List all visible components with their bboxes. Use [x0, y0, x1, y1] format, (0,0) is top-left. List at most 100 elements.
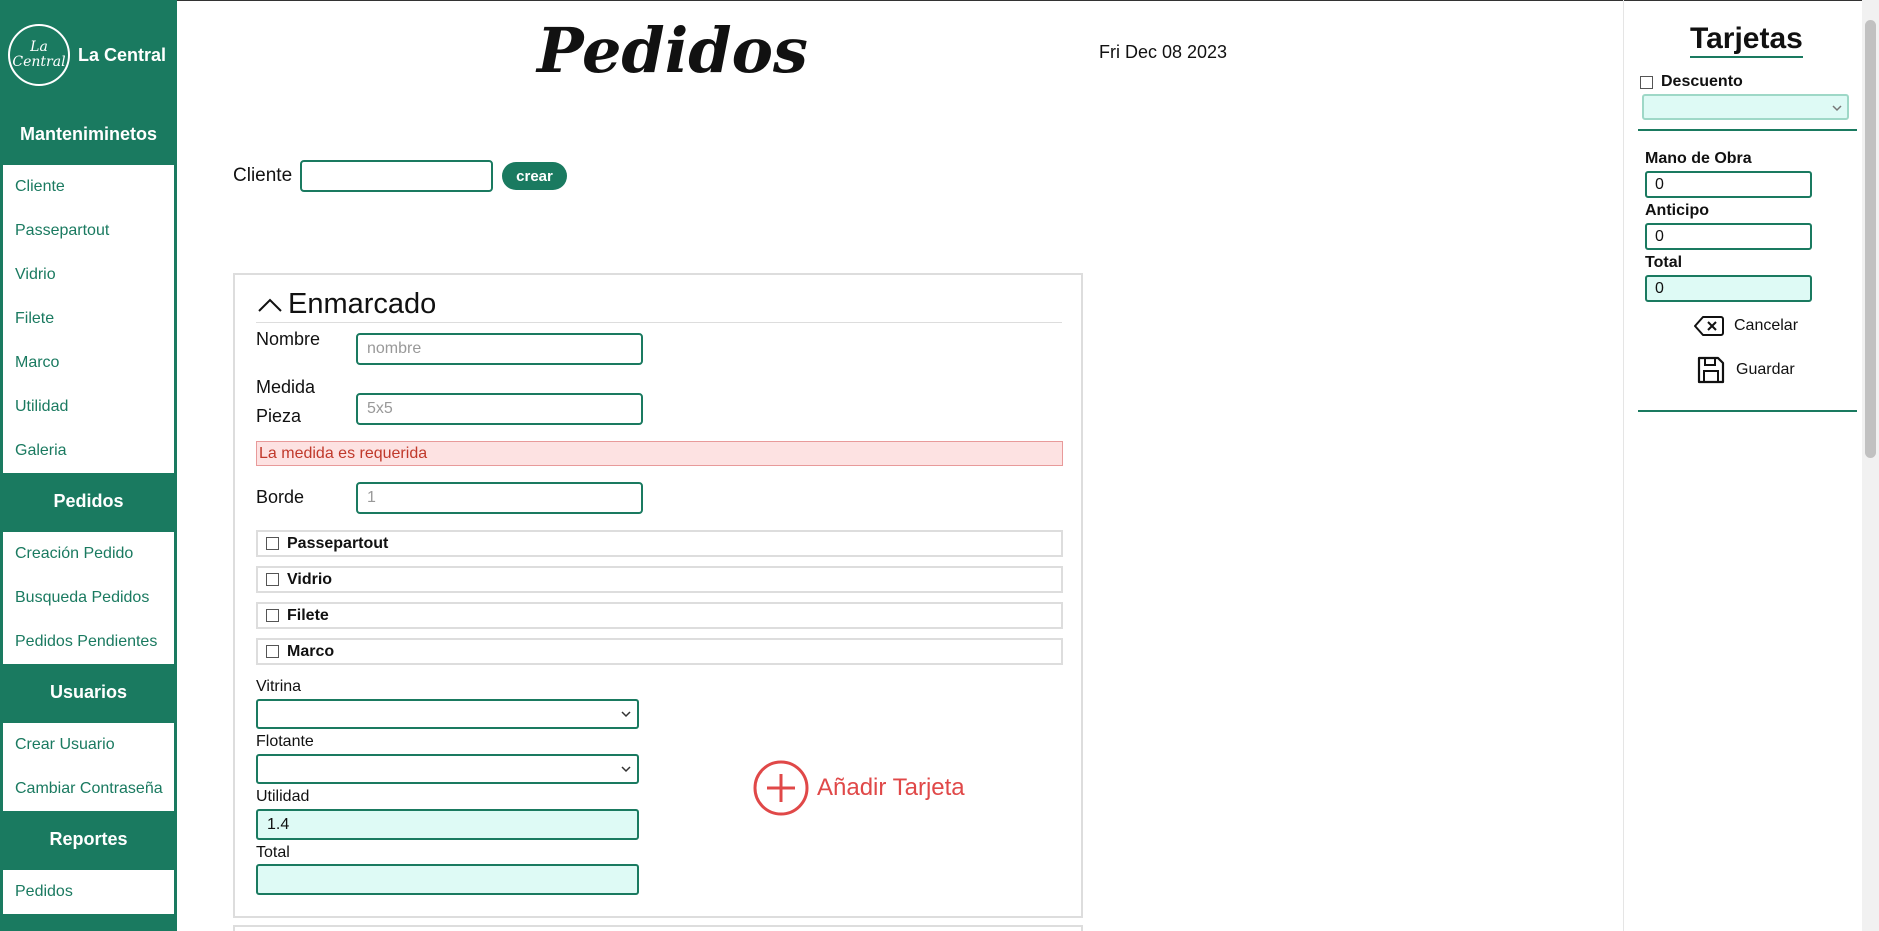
brand[interactable]: La Central La Central	[0, 0, 177, 110]
medida-label: Medida	[256, 377, 316, 397]
anticipo-label: Anticipo	[1645, 202, 1709, 219]
current-date: Fri Dec 08 2023	[1099, 42, 1228, 62]
backspace-icon	[1694, 316, 1724, 336]
sidebar-list: Cliente Passepartout Vidrio Filete Marco…	[3, 162, 174, 473]
medida-input[interactable]: 5x5	[356, 393, 643, 425]
sidebar-item-cliente[interactable]: Cliente	[3, 165, 174, 209]
vitrina-label: Vitrina	[256, 678, 302, 695]
enmarcado-card: Enmarcado Nombre nombre Medida Pieza 5x5…	[233, 273, 1083, 918]
sidebar-list: Crear Usuario Cambiar Contraseña	[3, 720, 174, 811]
sidebar: La Central La Central Manteniminetos Cli…	[0, 0, 177, 931]
panel-divider	[1623, 0, 1624, 931]
add-tarjeta-label: Añadir Tarjeta	[817, 774, 965, 801]
panel-title: Tarjetas	[1690, 22, 1803, 58]
descuento-toggle[interactable]: Descuento	[1640, 73, 1743, 91]
anticipo-input[interactable]: 0	[1645, 223, 1812, 250]
crear-cliente-button[interactable]: crear	[502, 162, 567, 190]
main-content: Pedidos Fri Dec 08 2023 Cliente crear En…	[177, 0, 1627, 931]
sidebar-item-filete[interactable]: Filete	[3, 297, 174, 341]
option-label: Marco	[287, 642, 335, 660]
sidebar-item-busqueda-pedidos[interactable]: Busqueda Pedidos	[3, 576, 174, 620]
guardar-label: Guardar	[1736, 361, 1795, 378]
sidebar-item-galeria[interactable]: Galeria	[3, 429, 174, 473]
medida-error: La medida es requerida	[256, 441, 1063, 466]
option-filete[interactable]: Filete	[256, 602, 1063, 629]
chevron-down-icon	[621, 766, 631, 773]
cliente-label: Cliente	[233, 165, 293, 186]
sidebar-section-pedidos: Pedidos Creación Pedido Busqueda Pedidos…	[0, 477, 177, 664]
sidebar-list: Pedidos	[3, 867, 174, 914]
borde-label: Borde	[256, 487, 305, 507]
utilidad-label: Utilidad	[256, 788, 310, 805]
divider	[1638, 410, 1857, 412]
tarjetas-panel: Tarjetas Descuento Mano de Obra 0 Antici…	[1630, 0, 1857, 931]
pieza-label: Pieza	[256, 406, 302, 426]
cancelar-label: Cancelar	[1734, 317, 1799, 334]
cliente-row: Cliente crear	[233, 160, 567, 192]
panel-total-label: Total	[1645, 254, 1683, 271]
sidebar-section-title: Usuarios	[49, 682, 128, 702]
checkbox[interactable]	[266, 645, 279, 658]
page-title: Pedidos	[537, 14, 808, 87]
sidebar-section-usuarios: Usuarios Crear Usuario Cambiar Contraseñ…	[0, 668, 177, 811]
sidebar-section-mantenimientos: Manteniminetos Cliente Passepartout Vidr…	[0, 110, 177, 473]
option-passepartout[interactable]: Passepartout	[256, 530, 1063, 557]
utilidad-field[interactable]: 1.4	[256, 809, 639, 840]
nombre-label: Nombre	[256, 329, 321, 349]
brand-name: La Central	[78, 44, 167, 65]
logo-line-1: La	[30, 39, 48, 55]
sidebar-item-marco[interactable]: Marco	[3, 341, 174, 385]
sidebar-list: Creación Pedido Busqueda Pedidos Pedidos…	[3, 529, 174, 664]
checkbox[interactable]	[266, 537, 279, 550]
checkbox[interactable]	[1640, 75, 1653, 89]
flotante-label: Flotante	[256, 733, 314, 750]
option-label: Filete	[287, 606, 329, 624]
vitrina-select[interactable]	[256, 699, 639, 729]
scrollbar[interactable]	[1862, 0, 1879, 931]
sidebar-item-pedidos-pendientes[interactable]: Pedidos Pendientes	[3, 620, 174, 664]
option-vidrio[interactable]: Vidrio	[256, 566, 1063, 593]
descuento-label: Descuento	[1661, 73, 1743, 90]
checkbox[interactable]	[266, 573, 279, 586]
total-field[interactable]	[256, 864, 639, 895]
sidebar-item-reporte-pedidos[interactable]: Pedidos	[3, 870, 174, 914]
sidebar-section-title: Reportes	[49, 829, 128, 849]
option-label: Vidrio	[287, 570, 333, 588]
total-label: Total	[256, 844, 290, 861]
panel-total-field[interactable]: 0	[1645, 275, 1812, 302]
cliente-input[interactable]	[300, 160, 494, 192]
option-marco[interactable]: Marco	[256, 638, 1063, 665]
descuento-select[interactable]	[1642, 94, 1849, 120]
save-icon	[1697, 356, 1725, 384]
sidebar-section-reportes: Reportes Pedidos	[0, 815, 177, 914]
cancelar-button[interactable]: Cancelar	[1694, 315, 1798, 337]
chevron-up-icon[interactable]	[256, 291, 284, 319]
sidebar-item-creacion-pedido[interactable]: Creación Pedido	[3, 532, 174, 576]
add-tarjeta-button[interactable]: Añadir Tarjeta	[752, 759, 965, 817]
flotante-select[interactable]	[256, 754, 639, 784]
option-label: Passepartout	[287, 534, 389, 552]
scrollbar-thumb[interactable]	[1865, 20, 1876, 458]
nombre-input[interactable]: nombre	[356, 333, 643, 365]
divider	[1638, 129, 1857, 131]
checkbox[interactable]	[266, 609, 279, 622]
sidebar-section-title: Pedidos	[53, 491, 124, 511]
mano-obra-label: Mano de Obra	[1645, 150, 1752, 167]
card-header[interactable]: Enmarcado	[256, 287, 1062, 323]
borde-input[interactable]: 1	[356, 482, 643, 514]
chevron-down-icon	[1832, 105, 1842, 112]
mano-obra-input[interactable]: 0	[1645, 171, 1812, 198]
plus-circle-icon	[753, 760, 809, 816]
sidebar-item-crear-usuario[interactable]: Crear Usuario	[3, 723, 174, 767]
logo: La Central	[8, 24, 70, 86]
chevron-down-icon	[621, 711, 631, 718]
guardar-button[interactable]: Guardar	[1696, 355, 1795, 385]
next-card-edge	[233, 925, 1083, 931]
sidebar-item-cambiar-contrasena[interactable]: Cambiar Contraseña	[3, 767, 174, 811]
sidebar-item-passepartout[interactable]: Passepartout	[3, 209, 174, 253]
sidebar-item-vidrio[interactable]: Vidrio	[3, 253, 174, 297]
logo-line-2: Central	[12, 54, 66, 70]
card-title: Enmarcado	[288, 288, 437, 320]
sidebar-section-title: Manteniminetos	[19, 124, 157, 144]
sidebar-item-utilidad[interactable]: Utilidad	[3, 385, 174, 429]
